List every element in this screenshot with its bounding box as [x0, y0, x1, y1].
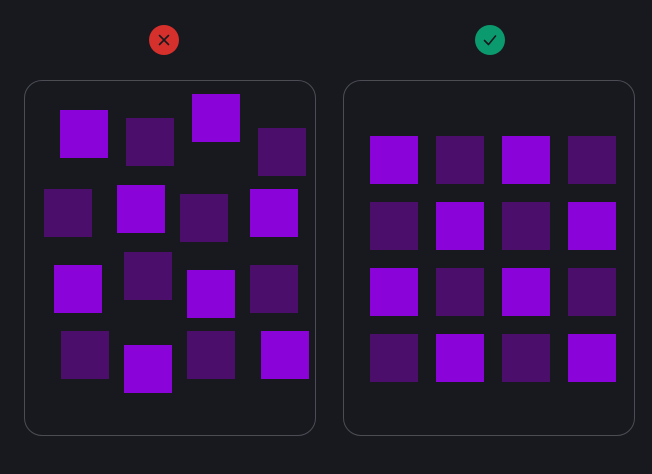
- incorrect-badge: [149, 25, 179, 55]
- unaligned-tile-bright: [187, 270, 235, 318]
- unaligned-tile-dim: [61, 331, 109, 379]
- aligned-tile-bright: [436, 334, 484, 382]
- aligned-tile-bright: [568, 202, 616, 250]
- aligned-tile-dim: [436, 136, 484, 184]
- aligned-tile-dim: [502, 334, 550, 382]
- unaligned-tile-dim: [180, 194, 228, 242]
- aligned-grid-panel: [343, 80, 635, 436]
- unaligned-tile-bright: [124, 345, 172, 393]
- aligned-tile-dim: [436, 268, 484, 316]
- unaligned-tile-dim: [44, 189, 92, 237]
- correct-badge: [475, 25, 505, 55]
- unaligned-tile-bright: [250, 189, 298, 237]
- unaligned-tile-dim: [187, 331, 235, 379]
- unaligned-tile-dim: [250, 265, 298, 313]
- unaligned-tile-bright: [54, 265, 102, 313]
- cross-icon: [149, 25, 179, 55]
- unaligned-tile-dim: [124, 252, 172, 300]
- comparison-diagram: [0, 0, 652, 474]
- aligned-tile-dim: [502, 202, 550, 250]
- unaligned-tile-dim: [126, 118, 174, 166]
- aligned-tile-bright: [436, 202, 484, 250]
- unaligned-grid-panel: [24, 80, 316, 436]
- aligned-tile-bright: [502, 268, 550, 316]
- unaligned-tile-bright: [261, 331, 309, 379]
- unaligned-tile-dim: [258, 128, 306, 176]
- aligned-tile-bright: [568, 334, 616, 382]
- aligned-tile-dim: [568, 268, 616, 316]
- aligned-tile-dim: [370, 334, 418, 382]
- aligned-tile-bright: [502, 136, 550, 184]
- aligned-tile-dim: [568, 136, 616, 184]
- aligned-tile-bright: [370, 268, 418, 316]
- aligned-tile-dim: [370, 202, 418, 250]
- unaligned-tile-bright: [192, 94, 240, 142]
- aligned-tile-bright: [370, 136, 418, 184]
- unaligned-tile-bright: [117, 185, 165, 233]
- unaligned-tile-bright: [60, 110, 108, 158]
- check-icon: [475, 25, 505, 55]
